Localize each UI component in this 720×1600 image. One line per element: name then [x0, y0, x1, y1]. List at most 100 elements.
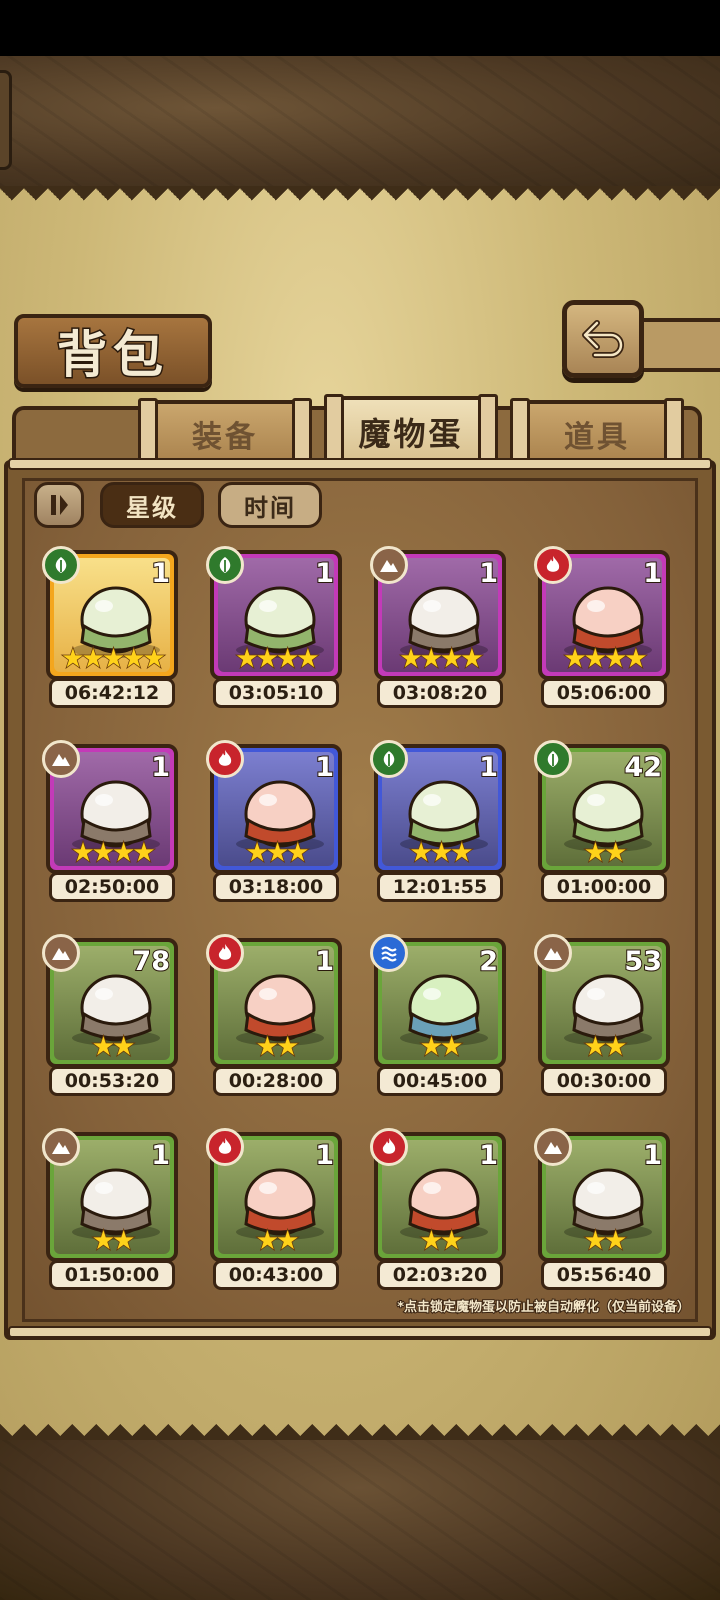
back-button[interactable]: [562, 300, 644, 378]
egg-timer: 02:50:00: [49, 872, 175, 902]
egg-count: 1: [150, 751, 171, 784]
egg-timer-text: 02:03:20: [392, 1264, 488, 1286]
egg-card[interactable]: 1 ★★★★★: [42, 546, 178, 680]
egg-count: 78: [131, 945, 171, 978]
egg-count: 42: [623, 751, 663, 784]
leaf-icon: [42, 546, 80, 584]
torn-edge-bottom: [0, 1400, 720, 1440]
egg-count: 1: [314, 1139, 335, 1172]
star-rating: ★★★: [409, 837, 474, 869]
egg-card[interactable]: 42 ★★: [534, 740, 670, 874]
sort-by-time-label: 时间: [244, 493, 296, 522]
tab-items[interactable]: 道具: [510, 398, 684, 478]
leaf-icon: [370, 740, 408, 778]
left-edge-handle: [0, 70, 12, 170]
star-rating: ★★: [255, 1031, 300, 1063]
egg-card[interactable]: 78 ★★: [42, 934, 178, 1068]
egg-timer-text: 05:06:00: [556, 682, 652, 704]
egg-timer-text: 00:28:00: [228, 1070, 324, 1092]
egg-timer: 03:08:20: [377, 678, 503, 708]
egg-count: 1: [642, 557, 663, 590]
star-rating: ★★: [419, 1225, 464, 1257]
egg-count: 1: [478, 1139, 499, 1172]
egg-timer-text: 03:08:20: [392, 682, 488, 704]
egg-card[interactable]: 1 ★★: [534, 1128, 670, 1262]
panel-rail-bottom: [8, 1326, 712, 1338]
star-rating: ★★★★: [235, 643, 321, 675]
panel-rail-top: [8, 458, 712, 470]
egg-timer: 02:03:20: [377, 1260, 503, 1290]
egg-timer-text: 00:53:20: [64, 1070, 160, 1092]
egg-timer: 00:28:00: [213, 1066, 339, 1096]
egg-timer-text: 06:42:12: [64, 682, 160, 704]
egg-count: 1: [642, 1139, 663, 1172]
egg-card[interactable]: 1 ★★★★: [42, 740, 178, 874]
star-rating: ★★: [583, 1225, 628, 1257]
egg-timer: 01:00:00: [541, 872, 667, 902]
egg-card[interactable]: 1 ★★: [42, 1128, 178, 1262]
star-rating: ★★: [91, 1031, 136, 1063]
star-rating: ★★: [255, 1225, 300, 1257]
egg-card[interactable]: 53 ★★: [534, 934, 670, 1068]
egg-card[interactable]: 1 ★★: [206, 1128, 342, 1262]
egg-count: 53: [623, 945, 663, 978]
flame-icon: [534, 546, 572, 584]
mountain-icon: [370, 546, 408, 584]
egg-timer-text: 05:56:40: [556, 1264, 652, 1286]
mountain-icon: [534, 1128, 572, 1166]
back-button-rail: [640, 318, 720, 372]
egg-timer-text: 02:50:00: [64, 876, 160, 898]
egg-count: 1: [150, 1139, 171, 1172]
torn-edge-top: [0, 186, 720, 220]
egg-count: 1: [150, 557, 171, 590]
flame-icon: [370, 1128, 408, 1166]
background-map-top: [0, 56, 720, 186]
flame-icon: [206, 740, 244, 778]
egg-timer-text: 00:30:00: [556, 1070, 652, 1092]
egg-card[interactable]: 1 ★★★★: [534, 546, 670, 680]
egg-timer-text: 00:43:00: [228, 1264, 324, 1286]
mountain-icon: [534, 934, 572, 972]
status-bar: [0, 0, 720, 56]
egg-count: 1: [314, 557, 335, 590]
egg-count: 1: [478, 751, 499, 784]
flame-icon: [206, 934, 244, 972]
egg-card[interactable]: 1 ★★: [206, 934, 342, 1068]
egg-timer: 06:42:12: [49, 678, 175, 708]
leaf-icon: [206, 546, 244, 584]
sort-by-time-button[interactable]: 时间: [218, 482, 322, 528]
page-title: 背包: [56, 325, 169, 386]
egg-timer: 03:18:00: [213, 872, 339, 902]
egg-count: 1: [314, 751, 335, 784]
star-rating: ★★: [583, 1031, 628, 1063]
egg-card[interactable]: 1 ★★★: [206, 740, 342, 874]
egg-count: 1: [478, 557, 499, 590]
egg-timer-text: 03:05:10: [228, 682, 324, 704]
filter-toggle-icon: [51, 495, 68, 515]
wave-icon: [370, 934, 408, 972]
egg-card[interactable]: 1 ★★★★: [206, 546, 342, 680]
egg-card[interactable]: 2 ★★: [370, 934, 506, 1068]
egg-card[interactable]: 1 ★★★: [370, 740, 506, 874]
sort-by-stars-button[interactable]: 星级: [100, 482, 204, 528]
egg-count: 1: [314, 945, 335, 978]
filter-toggle-button[interactable]: [34, 482, 84, 528]
footnote: *点击锁定魔物蛋以防止被自动孵化（仅当前设备）: [396, 1299, 691, 1316]
egg-timer-text: 12:01:55: [392, 876, 488, 898]
tab-label: 装备: [192, 420, 258, 455]
egg-timer: 00:30:00: [541, 1066, 667, 1096]
title-plate: 背包: [14, 314, 212, 388]
egg-card[interactable]: 1 ★★★★: [370, 546, 506, 680]
leaf-icon: [534, 740, 572, 778]
star-rating: ★★: [91, 1225, 136, 1257]
tab-monster-eggs[interactable]: 魔物蛋: [324, 394, 498, 474]
egg-card[interactable]: 1 ★★: [370, 1128, 506, 1262]
egg-timer: 05:56:40: [541, 1260, 667, 1290]
egg-timer: 00:43:00: [213, 1260, 339, 1290]
tab-equipment[interactable]: 装备: [138, 398, 312, 478]
egg-timer: 12:01:55: [377, 872, 503, 902]
background-map-bottom: [0, 1440, 720, 1600]
flame-icon: [206, 1128, 244, 1166]
star-rating: ★★★★: [563, 643, 649, 675]
mountain-icon: [42, 740, 80, 778]
